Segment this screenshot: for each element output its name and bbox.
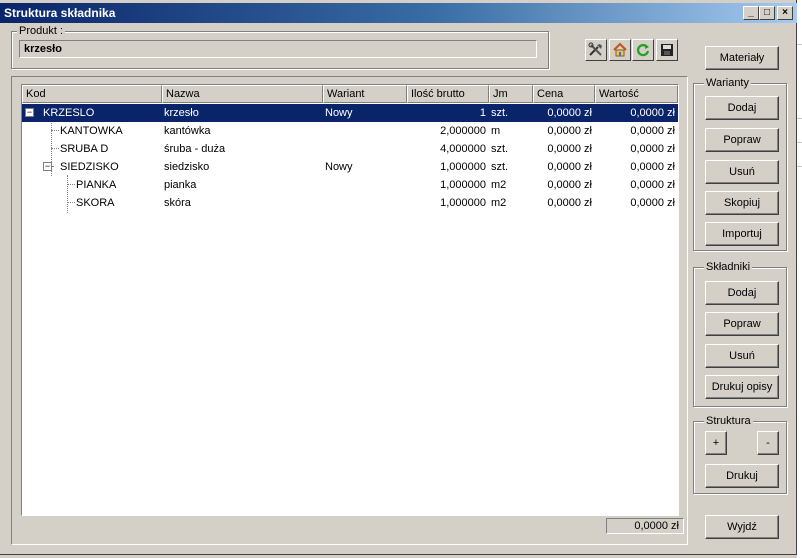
cell-ilosc: 1,000000 <box>440 179 486 191</box>
table-row[interactable]: − SIEDZISKO siedzisko Nowy 1,000000 szt. 0,000… <box>22 158 678 176</box>
warianty-usun-button[interactable]: Usuń <box>705 160 779 184</box>
cell-ilosc: 1 <box>479 107 486 119</box>
structure-panel: Kod Nazwa Wariant Ilość brutto Jm Cena W… <box>11 76 688 545</box>
produkt-field: krzesło <box>19 40 537 58</box>
grid-footer: 0,0000 zł <box>21 516 684 536</box>
close-button[interactable]: × <box>777 6 793 20</box>
cell-wariant <box>325 176 405 194</box>
materialy-button[interactable]: Materiały <box>705 46 779 70</box>
skladniki-popraw-button[interactable]: Popraw <box>705 312 779 336</box>
skladniki-dodaj-button[interactable]: Dodaj <box>705 281 779 305</box>
cell-kod: SIEDZISKO <box>60 161 119 173</box>
cell-ilosc: 1,000000 <box>440 197 486 209</box>
cell-wariant <box>325 194 405 212</box>
column-header-kod[interactable]: Kod <box>22 85 162 103</box>
cell-nazwa: skóra <box>164 197 191 209</box>
cell-nazwa: krzesło <box>164 107 199 119</box>
cell-kod: PIANKA <box>76 179 117 191</box>
column-header-wartosc[interactable]: Wartość <box>595 85 678 103</box>
refresh-icon[interactable] <box>632 39 654 61</box>
column-header-cena[interactable]: Cena <box>533 85 595 103</box>
tools-icon[interactable] <box>585 39 607 61</box>
cell-wariant <box>325 140 405 158</box>
drukuj-opisy-button[interactable]: Drukuj opisy <box>705 375 779 399</box>
cell-jm: m <box>491 125 501 137</box>
wyjdz-button[interactable]: Wyjdź <box>705 515 779 539</box>
cell-kod: KANTOWKA <box>60 125 123 137</box>
cell-kod: KRZESLO <box>43 107 95 119</box>
cell-wartosc: 0,0000 zł <box>630 197 675 209</box>
cell-wartosc: 0,0000 zł <box>630 125 675 137</box>
warianty-dodaj-button[interactable]: Dodaj <box>705 96 779 120</box>
minimize-button[interactable]: _ <box>743 6 759 20</box>
warianty-importuj-button[interactable]: Importuj <box>705 222 779 246</box>
cell-wartosc: 0,0000 zł <box>630 179 675 191</box>
collapse-all-button[interactable]: - <box>757 431 779 455</box>
cell-cena: 0,0000 zł <box>547 143 592 155</box>
cell-cena: 0,0000 zł <box>547 179 592 191</box>
cell-jm: m2 <box>491 197 507 209</box>
cell-jm: szt. <box>491 143 509 155</box>
cell-cena: 0,0000 zł <box>547 197 592 209</box>
warianty-skopiuj-button[interactable]: Skopiuj <box>705 191 779 215</box>
cell-jm: szt. <box>491 107 509 119</box>
save-icon[interactable] <box>656 39 678 61</box>
background-window-edge <box>797 0 802 558</box>
structure-tree-grid[interactable]: Kod Nazwa Wariant Ilość brutto Jm Cena W… <box>21 84 679 516</box>
cell-jm: szt. <box>491 161 509 173</box>
cell-wartosc: 0,0000 zł <box>630 161 675 173</box>
collapse-icon[interactable]: − <box>43 162 52 171</box>
grid-header: Kod Nazwa Wariant Ilość brutto Jm Cena W… <box>22 85 678 103</box>
cell-ilosc: 1,000000 <box>440 161 486 173</box>
cell-cena: 0,0000 zł <box>547 107 592 119</box>
table-row[interactable]: PIANKA pianka 1,000000 m2 0,0000 zł 0,0000 zł <box>22 176 678 194</box>
cell-ilosc: 4,000000 <box>440 143 486 155</box>
home-icon[interactable] <box>609 39 631 61</box>
collapse-icon[interactable]: − <box>25 108 34 117</box>
total-value: 0,0000 zł <box>606 518 684 534</box>
title-bar[interactable]: Struktura składnika _ □ × <box>0 3 797 23</box>
cell-wartosc: 0,0000 zł <box>630 143 675 155</box>
window-title: Struktura składnika <box>4 6 116 20</box>
cell-wartosc: 0,0000 zł <box>630 107 675 119</box>
skladniki-usun-button[interactable]: Usuń <box>705 344 779 368</box>
cell-ilosc: 2,000000 <box>440 125 486 137</box>
cell-nazwa: pianka <box>164 179 197 191</box>
column-header-jm[interactable]: Jm <box>489 85 533 103</box>
cell-jm: m2 <box>491 179 507 191</box>
skladniki-legend: Składniki <box>704 261 753 273</box>
table-row[interactable]: KANTOWKA kantówka 2,000000 m 0,0000 zł 0,0000… <box>22 122 678 140</box>
struktura-skladnika-dialog: Struktura składnika _ □ × Produkt : krze… <box>0 0 797 555</box>
warianty-popraw-button[interactable]: Popraw <box>705 128 779 152</box>
table-row[interactable]: SKORA skóra 1,000000 m2 0,0000 zł 0,0000 zł <box>22 194 678 212</box>
column-header-ilosc[interactable]: Ilość brutto <box>407 85 489 103</box>
table-row[interactable]: SRUBA D śruba - duża 4,000000 szt. 0,0000 zł… <box>22 140 678 158</box>
expand-all-button[interactable]: + <box>705 431 727 455</box>
cell-wariant <box>325 122 405 140</box>
struktura-legend: Struktura <box>704 415 753 427</box>
table-row[interactable]: − KRZESLO krzesło Nowy 1 szt. 0,0000 zł 0,0000 … <box>22 104 678 122</box>
cell-kod: SKORA <box>76 197 115 209</box>
produkt-label: Produkt : <box>17 25 66 37</box>
maximize-button[interactable]: □ <box>759 6 775 20</box>
struktura-drukuj-button[interactable]: Drukuj <box>705 464 779 488</box>
cell-nazwa: śruba - duża <box>164 143 226 155</box>
column-header-wariant[interactable]: Wariant <box>323 85 407 103</box>
cell-nazwa: kantówka <box>164 125 211 137</box>
cell-nazwa: siedzisko <box>164 161 210 173</box>
cell-cena: 0,0000 zł <box>547 125 592 137</box>
cell-cena: 0,0000 zł <box>547 161 592 173</box>
cell-wariant: Nowy <box>325 161 353 173</box>
column-header-nazwa[interactable]: Nazwa <box>162 85 323 103</box>
warianty-legend: Warianty <box>704 77 751 89</box>
cell-wariant: Nowy <box>325 107 353 119</box>
cell-kod: SRUBA D <box>60 143 109 155</box>
